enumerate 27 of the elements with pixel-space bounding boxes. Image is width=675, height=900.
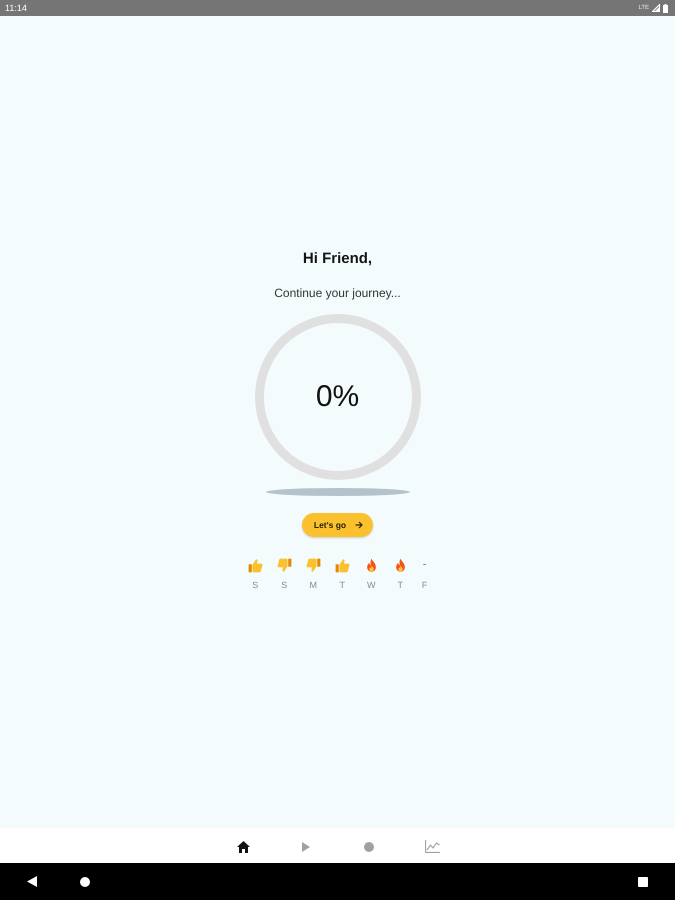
home-icon[interactable] xyxy=(80,876,90,886)
recents-icon[interactable] xyxy=(638,876,648,886)
weekday-label: M xyxy=(310,579,317,591)
signal-icon xyxy=(652,4,660,12)
weekday-label: S xyxy=(281,579,288,591)
weekday-label: S xyxy=(252,579,258,591)
weekday-label: T xyxy=(398,579,403,591)
thumbs-up-icon xyxy=(248,558,263,572)
thumbs-down-icon xyxy=(306,558,321,572)
record-icon[interactable] xyxy=(364,842,374,852)
status-time: 11:14 xyxy=(5,3,27,13)
home-icon[interactable] xyxy=(236,840,250,852)
greeting-title: Hi Friend, xyxy=(302,249,372,269)
thumbs-up-icon xyxy=(334,558,350,572)
greeting-subtitle: Continue your journey... xyxy=(274,285,401,301)
line-chart-icon[interactable] xyxy=(424,840,440,853)
day-status-dash: - xyxy=(422,559,426,571)
back-icon[interactable] xyxy=(27,876,37,887)
weekday-label: W xyxy=(367,579,376,591)
weekday-label: T xyxy=(340,579,345,591)
progress-percentage: 0% xyxy=(316,380,360,414)
lets-go-button[interactable]: Let's go xyxy=(302,513,374,537)
weekday-label: F xyxy=(422,579,428,591)
battery-icon xyxy=(663,4,668,12)
thumbs-down-icon xyxy=(276,558,292,572)
arrow-right-icon xyxy=(355,521,364,529)
play-icon[interactable] xyxy=(302,842,310,852)
